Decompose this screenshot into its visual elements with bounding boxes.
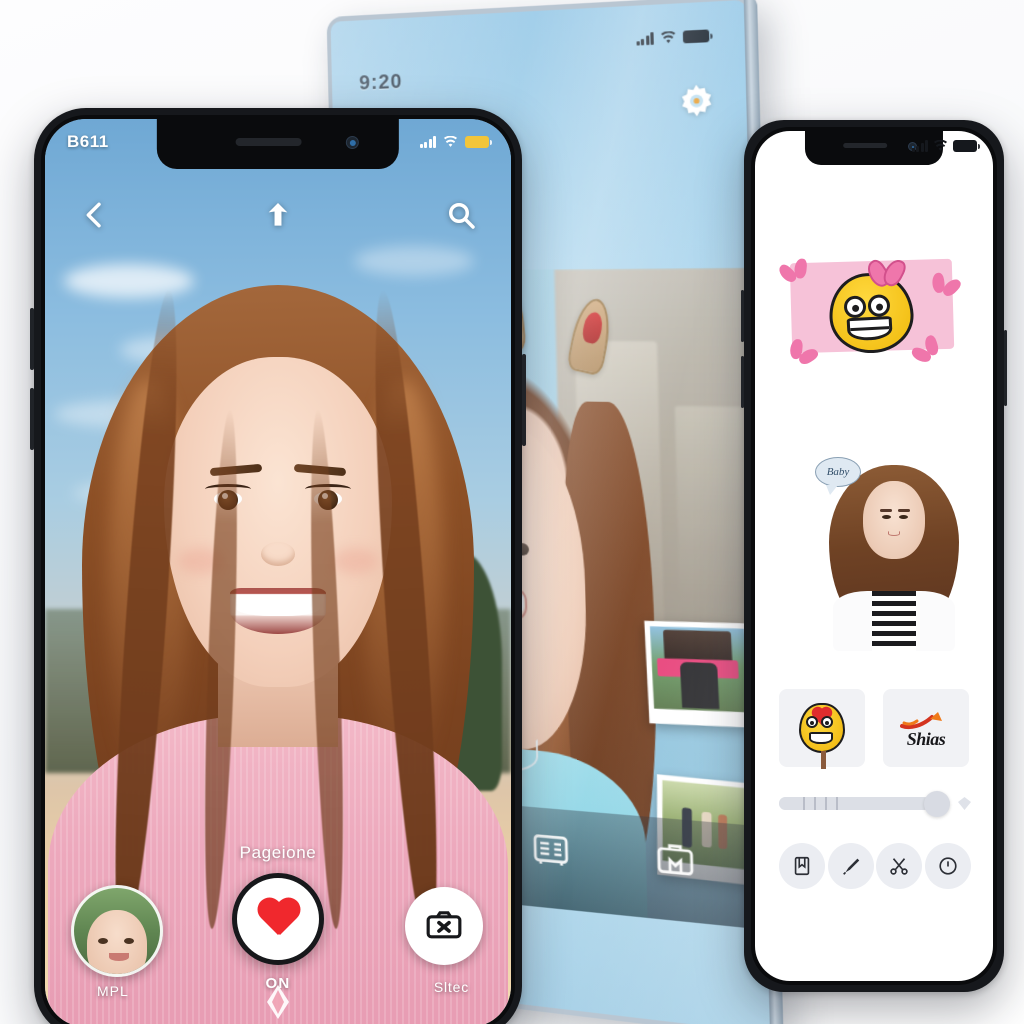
- scissors-icon[interactable]: [876, 843, 923, 889]
- volume-up-button[interactable]: [741, 290, 744, 342]
- mouth: [887, 530, 901, 536]
- brow-right: [897, 509, 910, 513]
- left-top-bar: [45, 185, 511, 245]
- back-chevron-icon[interactable]: [79, 199, 111, 231]
- swoosh-icon: [900, 707, 952, 731]
- volume-up-button[interactable]: [30, 308, 34, 370]
- nose: [261, 542, 295, 566]
- signal-bars-icon: [911, 140, 928, 152]
- gallery-label: MPL: [97, 983, 129, 999]
- gallery-thumbnail-button[interactable]: [71, 885, 163, 977]
- chick-eye-left: [843, 295, 868, 319]
- sticker-grid: Shias: [779, 689, 969, 769]
- left-phone-screen: B611 Pageione MPL ON Sltec: [45, 119, 511, 1024]
- volume-down-button[interactable]: [30, 388, 34, 450]
- yellow-chick-sticker[interactable]: [774, 246, 969, 366]
- bookmark-icon[interactable]: [779, 843, 825, 889]
- sticker-size-slider-row: [779, 790, 971, 817]
- search-icon[interactable]: [445, 199, 477, 231]
- timer-icon[interactable]: [924, 843, 971, 889]
- editor-tool-row: [779, 843, 971, 889]
- speech-bubble-sticker[interactable]: Baby: [815, 457, 861, 495]
- bow-icon: [870, 258, 901, 284]
- heart-icon: [256, 899, 300, 939]
- camera-switch-label: Sltec: [433, 979, 469, 995]
- left-status-bar: B611: [45, 119, 511, 165]
- earpiece-speaker: [843, 143, 888, 148]
- wifi-icon: [933, 140, 948, 152]
- shirt-stripes: [872, 591, 916, 651]
- album-icon[interactable]: [653, 837, 698, 883]
- eye-right: [898, 515, 908, 520]
- right-phone-screen: Baby Shias: [755, 131, 993, 981]
- battery-icon: [682, 29, 710, 44]
- slider-knob[interactable]: [924, 790, 951, 817]
- shutter-button[interactable]: [232, 873, 324, 965]
- portrait-cutout[interactable]: Baby: [815, 457, 969, 651]
- brow-left: [879, 509, 892, 513]
- left-camera-controls: Pageione MPL ON Sltec: [45, 837, 511, 1024]
- right-phone: Baby Shias: [741, 120, 1007, 992]
- middle-status-time: 9:20: [358, 70, 403, 95]
- wifi-icon: [443, 136, 458, 148]
- face: [863, 481, 925, 559]
- camera-switch-button[interactable]: [405, 887, 483, 965]
- shirt: [833, 591, 955, 651]
- diamond-icon: [958, 797, 971, 810]
- battery-icon: [953, 140, 980, 152]
- camera-switch-icon: [426, 911, 462, 939]
- chick-eye-right: [867, 294, 891, 318]
- filter-name-label: Pageione: [239, 843, 317, 862]
- left-phone: B611 Pageione MPL ON Sltec: [30, 108, 526, 1024]
- upload-arrow-icon[interactable]: [262, 199, 294, 231]
- power-button[interactable]: [522, 354, 526, 446]
- wifi-icon: [660, 31, 677, 44]
- volume-down-button[interactable]: [741, 356, 744, 408]
- battery-icon: [465, 136, 492, 148]
- shias-sticker[interactable]: Shias: [883, 689, 969, 767]
- shias-label: Shias: [906, 728, 946, 749]
- right-status-icons: [911, 140, 980, 152]
- polaroid-photo-barn[interactable]: [644, 620, 755, 728]
- signal-bars-icon: [419, 136, 436, 148]
- signal-bars-icon: [635, 32, 654, 46]
- face: [164, 357, 392, 687]
- eye-left: [881, 515, 891, 520]
- chick-mouth: [846, 316, 893, 341]
- app-name-label: B611: [67, 132, 109, 151]
- mockup-stage: 9:20 17: [0, 0, 1024, 1024]
- middle-status-icons: [635, 29, 710, 46]
- brush-icon[interactable]: [827, 843, 874, 889]
- gear-icon[interactable]: [673, 80, 720, 126]
- sticker-size-slider[interactable]: [779, 790, 951, 817]
- chick-sticker[interactable]: [779, 689, 865, 769]
- power-button[interactable]: [1004, 330, 1007, 406]
- layout-icon[interactable]: [530, 826, 573, 871]
